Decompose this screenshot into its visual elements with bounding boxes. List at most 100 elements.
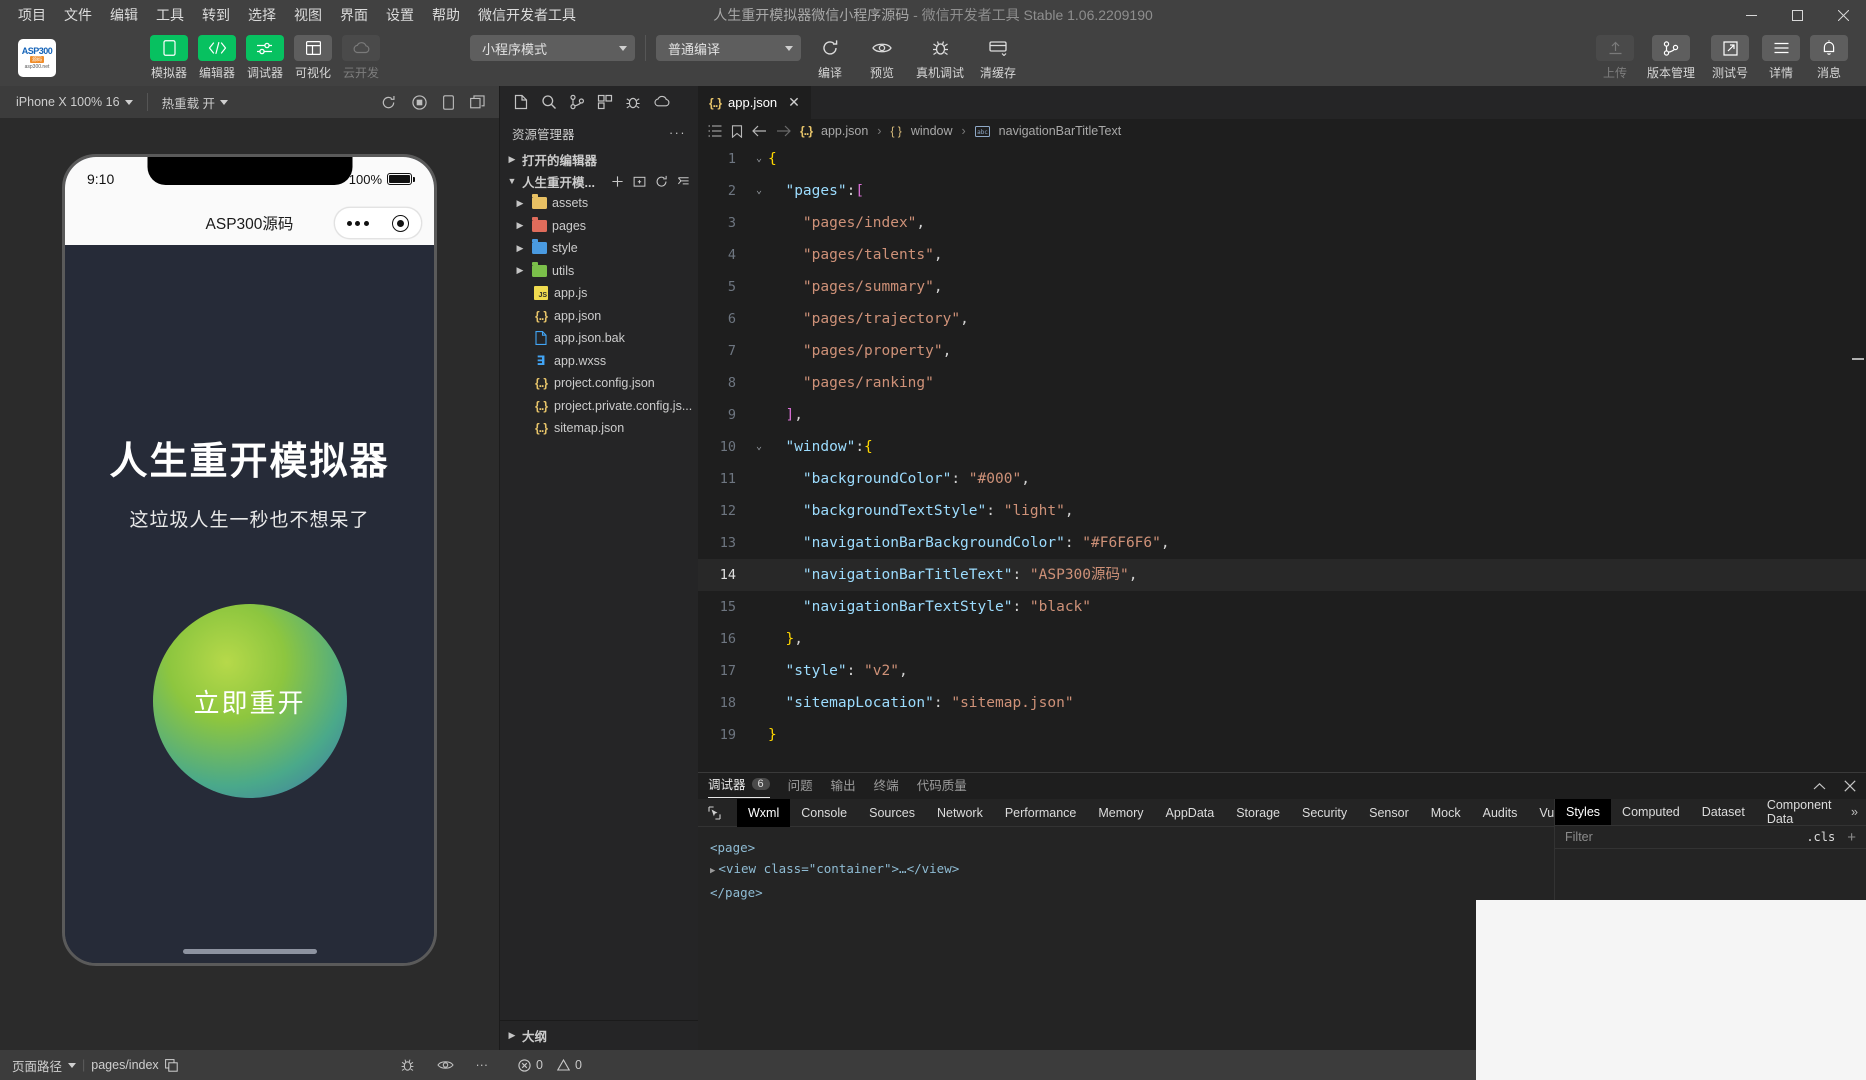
wxml-line[interactable]: ▶<view class="container">…</view>	[710, 858, 1542, 882]
menu-item-tools[interactable]: 工具	[148, 1, 192, 29]
device-icon[interactable]	[443, 95, 454, 110]
clear-cache-button[interactable]: 清缓存	[975, 35, 1021, 81]
code-line[interactable]: 12 "backgroundTextStyle": "light",	[698, 495, 1866, 527]
code-line[interactable]: 2⌄ "pages":[	[698, 175, 1866, 207]
menu-item-edit[interactable]: 编辑	[102, 1, 146, 29]
bookmark-icon[interactable]	[731, 125, 743, 138]
menu-item-view[interactable]: 视图	[286, 1, 330, 29]
tree-item-app-wxss[interactable]: ∃ app.wxss	[500, 350, 698, 373]
code-line[interactable]: 11 "backgroundColor": "#000",	[698, 463, 1866, 495]
details-button[interactable]: 详情	[1758, 35, 1804, 81]
code-line[interactable]: 1⌄{	[698, 143, 1866, 175]
menu-item-select[interactable]: 选择	[240, 1, 284, 29]
error-count-group[interactable]: 0	[518, 1058, 543, 1072]
chevron-double-right-icon[interactable]: »	[1851, 805, 1866, 819]
chevron-down-icon[interactable]: ⌄	[750, 175, 768, 207]
code-line[interactable]: 9 ],	[698, 399, 1866, 431]
chevron-right-icon[interactable]: ▶	[710, 866, 715, 876]
menu-item-goto[interactable]: 转到	[194, 1, 238, 29]
code-line[interactable]: 16 },	[698, 623, 1866, 655]
maximize-icon[interactable]	[1774, 0, 1820, 30]
code-line[interactable]: 14 "navigationBarTitleText": "ASP300源码",	[698, 559, 1866, 591]
code-line[interactable]: 13 "navigationBarBackgroundColor": "#F6F…	[698, 527, 1866, 559]
tree-item-app-json-bak[interactable]: app.json.bak	[500, 327, 698, 350]
toggle-visual-button[interactable]: 可视化	[290, 35, 336, 81]
new-file-icon[interactable]	[611, 175, 624, 188]
arrow-left-icon[interactable]	[752, 125, 767, 137]
close-icon[interactable]	[1820, 0, 1866, 30]
devtools-tab-mock[interactable]: Mock	[1420, 799, 1472, 827]
wechat-capsule-button[interactable]	[334, 207, 422, 239]
arrow-right-icon[interactable]	[776, 125, 791, 137]
devtools-tab-appdata[interactable]: AppData	[1155, 799, 1226, 827]
popout-icon[interactable]	[470, 95, 485, 109]
compile-button[interactable]: 编译	[807, 35, 853, 81]
section-outline[interactable]: ▶ 大纲	[500, 1020, 698, 1050]
hot-reload-select[interactable]: 热重载 开	[154, 90, 236, 115]
devtools-tab-sensor[interactable]: Sensor	[1358, 799, 1420, 827]
tree-item-style[interactable]: ▶ style	[500, 237, 698, 260]
devtools-tab-network[interactable]: Network	[926, 799, 994, 827]
sidebar-tab-computed[interactable]: Computed	[1611, 799, 1691, 825]
devtools-tab-performance[interactable]: Performance	[994, 799, 1088, 827]
sidebar-tab-dataset[interactable]: Dataset	[1691, 799, 1756, 825]
chevron-down-icon[interactable]: ⌄	[750, 143, 768, 175]
device-select[interactable]: iPhone X 100% 16	[8, 92, 141, 112]
breadcrumb-item-file[interactable]: app.json	[821, 124, 868, 138]
collapse-all-icon[interactable]	[677, 175, 690, 188]
toggle-editor-button[interactable]: 编辑器	[194, 35, 240, 81]
tree-item-sitemap-json[interactable]: {..} sitemap.json	[500, 417, 698, 440]
section-project[interactable]: ▼ 人生重开模...	[500, 170, 698, 192]
refresh-icon[interactable]	[381, 95, 396, 110]
page-path-label[interactable]: 页面路径	[12, 1056, 62, 1075]
menu-item-devtools[interactable]: 微信开发者工具	[470, 1, 584, 29]
menu-item-file[interactable]: 文件	[56, 1, 100, 29]
chevron-down-icon[interactable]	[68, 1063, 76, 1068]
toggle-class-button[interactable]: .cls	[1806, 830, 1835, 844]
toggle-cloud-button[interactable]: 云开发	[338, 35, 384, 81]
code-line[interactable]: 5 "pages/summary",	[698, 271, 1866, 303]
close-icon[interactable]: ✕	[788, 94, 800, 111]
extensions-icon[interactable]	[592, 89, 618, 115]
code-line[interactable]: 15 "navigationBarTextStyle": "black"	[698, 591, 1866, 623]
ellipsis-icon[interactable]: ···	[476, 1058, 489, 1072]
minimize-icon[interactable]	[1728, 0, 1774, 30]
mode-select[interactable]: 小程序模式	[470, 35, 635, 61]
panel-tab-problems[interactable]: 问题	[788, 775, 813, 798]
code-line[interactable]: 3 "pages/index",	[698, 207, 1866, 239]
copy-icon[interactable]	[165, 1059, 178, 1072]
sidebar-tab-styles[interactable]: Styles	[1555, 799, 1611, 825]
devtools-tab-memory[interactable]: Memory	[1087, 799, 1154, 827]
code-line[interactable]: 8 "pages/ranking"	[698, 367, 1866, 399]
devtools-tab-audits[interactable]: Audits	[1472, 799, 1529, 827]
source-control-icon[interactable]	[564, 89, 590, 115]
code-line[interactable]: 10⌄ "window":{	[698, 431, 1866, 463]
search-icon[interactable]	[536, 89, 562, 115]
bug-icon[interactable]	[400, 1058, 415, 1072]
record-icon[interactable]	[412, 95, 427, 110]
ellipsis-icon[interactable]: ···	[669, 126, 686, 140]
section-open-editors[interactable]: ▶ 打开的编辑器	[500, 148, 698, 170]
tree-item-app-js[interactable]: JS app.js	[500, 282, 698, 305]
upload-button[interactable]: 上传	[1592, 35, 1638, 81]
real-device-debug-button[interactable]: 真机调试	[911, 35, 969, 81]
menu-item-interface[interactable]: 界面	[332, 1, 376, 29]
tree-item-project-private-config-json[interactable]: {..} project.private.config.js...	[500, 395, 698, 418]
more-dots-icon[interactable]	[347, 221, 369, 226]
devtools-tab-console[interactable]: Console	[790, 799, 858, 827]
close-circle-icon[interactable]	[392, 215, 409, 232]
refresh-icon[interactable]	[655, 175, 668, 188]
new-folder-icon[interactable]	[633, 175, 646, 188]
code-editor[interactable]: 1⌄{2⌄ "pages":[3 "pages/index",4 "pages/…	[698, 143, 1866, 772]
debug-icon[interactable]	[620, 89, 646, 115]
scrollbar-marker[interactable]	[1852, 358, 1864, 360]
restart-now-button[interactable]: 立即重开	[153, 604, 347, 798]
sidebar-tab-component-data[interactable]: Component Data	[1756, 799, 1851, 825]
panel-tab-output[interactable]: 输出	[831, 775, 856, 798]
panel-tab-terminal[interactable]: 终端	[874, 775, 899, 798]
panel-tab-code-quality[interactable]: 代码质量	[917, 775, 967, 798]
code-line[interactable]: 18 "sitemapLocation": "sitemap.json"	[698, 687, 1866, 719]
version-control-button[interactable]: 版本管理	[1640, 35, 1702, 81]
code-line[interactable]: 6 "pages/trajectory",	[698, 303, 1866, 335]
compile-select[interactable]: 普通编译	[656, 35, 801, 61]
